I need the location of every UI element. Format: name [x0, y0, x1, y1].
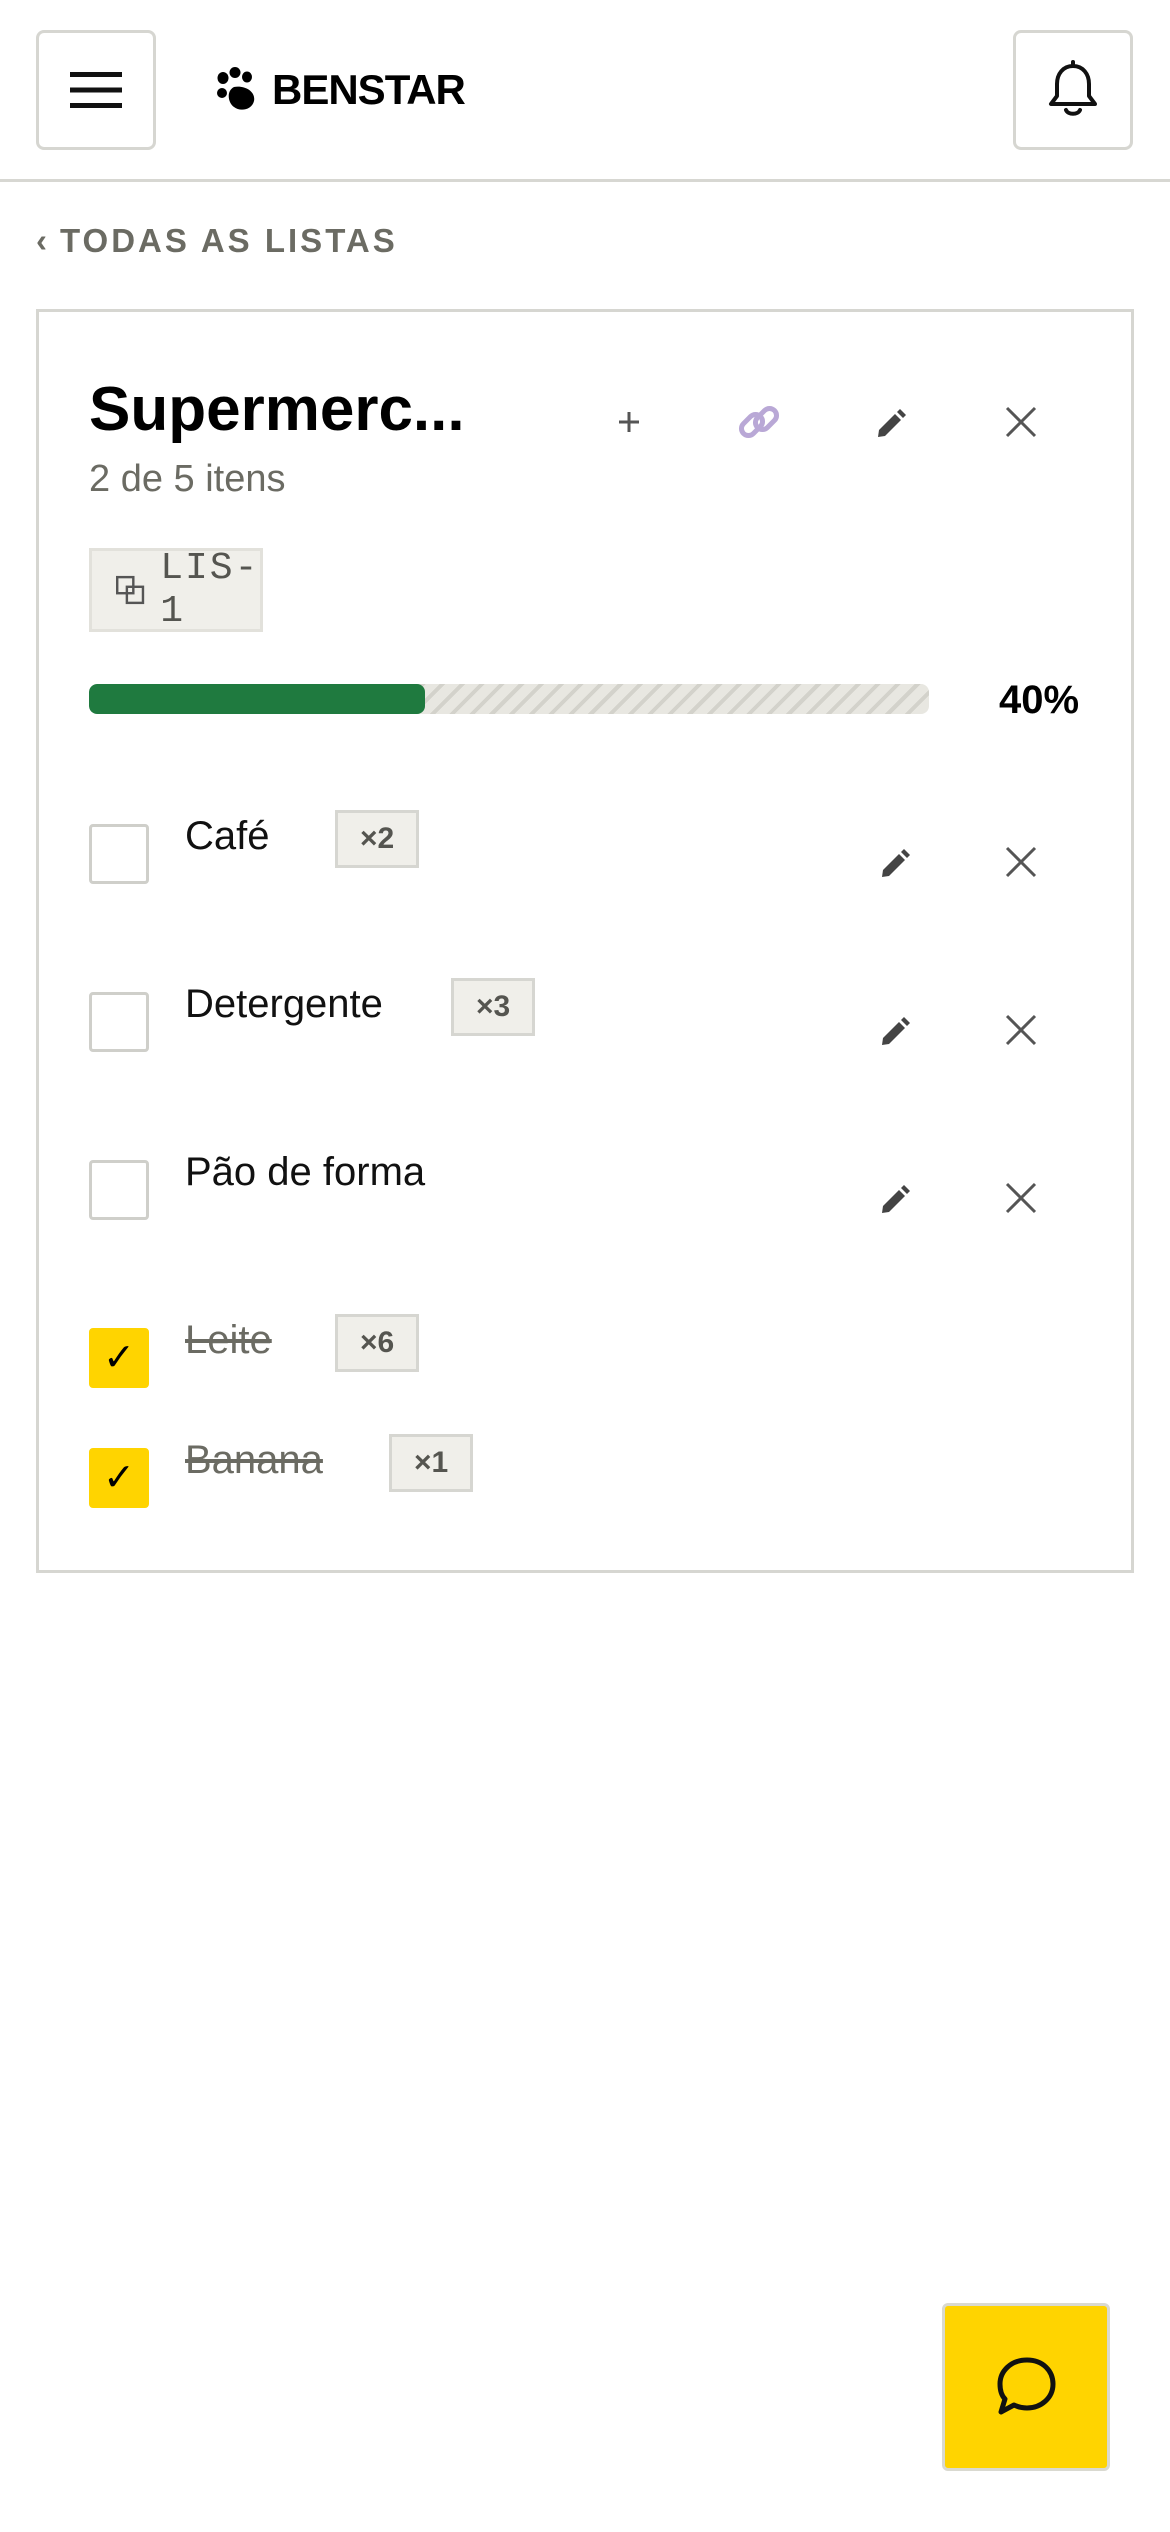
- pencil-icon: [878, 409, 906, 437]
- item-label: Café: [185, 814, 270, 858]
- link-icon: [738, 405, 780, 439]
- close-icon: [1005, 846, 1037, 878]
- share-link-button[interactable]: [723, 386, 795, 458]
- pencil-icon: [882, 1185, 910, 1213]
- notifications-button[interactable]: [1013, 30, 1133, 150]
- close-icon: [1005, 406, 1037, 438]
- list-item: Café ×2: [89, 796, 1089, 886]
- copy-icon: [116, 575, 145, 605]
- edit-item-button[interactable]: [859, 826, 931, 898]
- item-label: Detergente: [185, 982, 383, 1026]
- back-link-label: TODAS AS LISTAS: [60, 222, 398, 259]
- bell-icon: [1049, 60, 1097, 116]
- checkmark-icon: ✓: [103, 1457, 135, 1499]
- list-id: LIS-1: [160, 547, 260, 633]
- progress-bar: [89, 684, 929, 714]
- chat-button[interactable]: [942, 2303, 1110, 2471]
- edit-item-button[interactable]: [859, 994, 931, 1066]
- page: BENSTAR ‹ TODAS AS LISTAS Supermerc... 2…: [0, 0, 1170, 2532]
- pencil-icon: [882, 1017, 910, 1045]
- app-header: BENSTAR: [0, 0, 1170, 182]
- progress-bar-fill: [89, 684, 425, 714]
- delete-item-button[interactable]: [985, 1162, 1057, 1234]
- add-item-button[interactable]: [593, 386, 665, 458]
- item-label: Banana: [185, 1438, 323, 1482]
- add-icon: [619, 412, 639, 432]
- chat-bubble-icon: [997, 2357, 1056, 2415]
- list-item: ✓ Leite ×6: [89, 1300, 1089, 1390]
- list-item: Detergente ×3: [89, 964, 1089, 1054]
- hamburger-menu-icon: [70, 72, 122, 108]
- list-title: Supermerc...: [89, 375, 465, 444]
- list-id-tag[interactable]: LIS-1: [89, 547, 263, 633]
- progress-percent: 40%: [999, 678, 1080, 722]
- item-quantity-badge: ×3: [451, 978, 536, 1036]
- item-checkbox[interactable]: ✓: [89, 1448, 149, 1508]
- list-item-count: 2 de 5 itens: [89, 458, 286, 500]
- item-quantity-badge: ×1: [389, 1434, 474, 1492]
- delete-item-button[interactable]: [985, 826, 1057, 898]
- edit-item-button[interactable]: [859, 1162, 931, 1234]
- delete-list-button[interactable]: [985, 386, 1057, 458]
- close-icon: [1005, 1014, 1037, 1046]
- item-checkbox[interactable]: [89, 1160, 149, 1220]
- list-card: Supermerc... 2 de 5 itens LIS-1 40% Café…: [36, 309, 1134, 1573]
- item-label: Pão de forma: [185, 1150, 426, 1194]
- close-icon: [1005, 1182, 1037, 1214]
- chevron-left-icon: ‹: [36, 222, 50, 259]
- list-item: ✓ Banana ×1: [89, 1420, 1089, 1510]
- item-quantity-badge: ×6: [335, 1314, 420, 1372]
- delete-item-button[interactable]: [985, 994, 1057, 1066]
- item-checkbox[interactable]: [89, 824, 149, 884]
- item-quantity-badge: ×2: [335, 810, 420, 868]
- paw-icon: [217, 67, 255, 110]
- brand-name: BENSTAR: [272, 66, 466, 113]
- item-checkbox[interactable]: ✓: [89, 1328, 149, 1388]
- item-checkbox[interactable]: [89, 992, 149, 1052]
- item-label: Leite: [185, 1318, 272, 1362]
- back-to-all-lists-link[interactable]: ‹ TODAS AS LISTAS: [36, 222, 398, 260]
- brand-logo[interactable]: BENSTAR: [214, 62, 466, 118]
- edit-list-button[interactable]: [855, 386, 927, 458]
- pencil-icon: [882, 849, 910, 877]
- list-item: Pão de forma: [89, 1132, 1089, 1222]
- checkmark-icon: ✓: [103, 1337, 135, 1379]
- menu-button[interactable]: [36, 30, 156, 150]
